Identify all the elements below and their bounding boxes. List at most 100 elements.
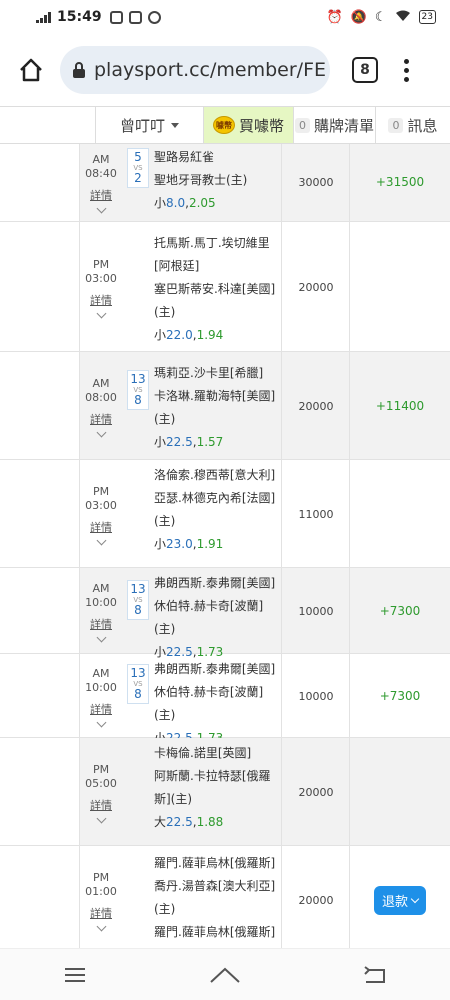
buy-coins-label: 買噱幣 [238, 116, 284, 135]
bet-result: +7300 [379, 604, 421, 618]
chevron-down-icon[interactable] [96, 921, 106, 931]
score-away: 5 [134, 150, 142, 164]
pick-odds: 1.94 [196, 328, 224, 342]
recent-apps-icon[interactable] [55, 960, 95, 990]
alarm-icon: ⏰ [326, 9, 343, 25]
game-clock: 10:00 [85, 680, 117, 694]
more-menu-icon[interactable] [404, 58, 409, 82]
bet-pick: 羅門.薩菲烏林[俄羅斯] [154, 921, 278, 944]
status-time: 15:49 [57, 9, 102, 25]
bet-result [350, 460, 450, 568]
chevron-down-icon[interactable] [96, 717, 106, 727]
final-score: 5 VS 2 [127, 148, 149, 188]
stake-amount: 10000 [298, 604, 334, 618]
game-ampm: PM [92, 762, 110, 776]
detail-link[interactable]: 詳情 [90, 618, 112, 632]
game-ampm: PM [92, 257, 110, 271]
moon-icon: ☾ [374, 9, 387, 25]
bet-result: +7300 [379, 689, 421, 703]
team-home: 休伯特.赫卡奇[波蘭](主) [154, 599, 264, 636]
team-away: 弗朗西斯.泰弗爾[美國] [154, 576, 276, 590]
chevron-down-icon[interactable] [96, 632, 106, 642]
home-nav-icon[interactable] [205, 960, 245, 990]
table-row: AM 08:00 詳情 13 VS 8 瑪莉亞.沙卡里[希臘] 卡洛琳.羅勒海特[美國](主)… [0, 352, 450, 460]
game-clock: 01:00 [85, 884, 117, 898]
detail-link[interactable]: 詳情 [90, 294, 112, 308]
pick-odds: 1.91 [196, 537, 224, 551]
chevron-down-icon[interactable] [96, 308, 106, 318]
messages-count: 0 [388, 117, 404, 133]
matchup: 聖路易紅雀聖地牙哥教士(主) 小8.0,2.05 [154, 146, 278, 215]
bet-pick: 小8.0,2.05 [154, 196, 216, 210]
detail-link[interactable]: 詳情 [90, 521, 112, 535]
pick-odds: 1.88 [196, 815, 224, 829]
user-name: 曾叮叮 [119, 116, 165, 135]
pick-side: 羅門.薩菲烏林[俄羅斯] [154, 925, 276, 939]
stake-amount: 20000 [298, 280, 334, 294]
table-row: PM 05:00 詳情 卡梅倫.諾里[英國] 阿斯蘭.卡拉特瑟[俄羅斯](主) 大22.5… [0, 738, 450, 846]
chevron-down-icon[interactable] [96, 427, 106, 437]
stake-amount: 20000 [298, 893, 334, 907]
team-away: 弗朗西斯.泰弗爾[美國] [154, 662, 276, 676]
pick-side: 小 [154, 537, 167, 551]
game-ampm: PM [92, 484, 110, 498]
detail-link[interactable]: 詳情 [90, 799, 112, 813]
tab-switcher-button[interactable]: 8 [352, 57, 378, 83]
chevron-down-icon[interactable] [96, 813, 106, 823]
site-nav: 曾叮叮 噱幣 買噱幣 0 購牌清單 0 訊息 [0, 106, 450, 144]
app-notification-icon [128, 10, 142, 24]
team-away: 羅門.薩菲烏林[俄羅斯] [154, 856, 276, 870]
team-away: 聖路易紅雀 [154, 150, 215, 164]
game-ampm: AM [92, 376, 110, 390]
chevron-down-icon[interactable] [96, 203, 106, 213]
game-ampm: AM [92, 581, 110, 595]
bet-result: +11400 [375, 399, 425, 413]
game-ampm: AM [92, 666, 110, 680]
buy-coins-button[interactable]: 噱幣 買噱幣 [204, 107, 294, 143]
detail-link[interactable]: 詳情 [90, 907, 112, 921]
team-home: 阿斯蘭.卡拉特瑟[俄羅斯](主) [154, 769, 271, 806]
chevron-down-icon[interactable] [96, 535, 106, 545]
bet-result [350, 222, 450, 352]
purchases-link[interactable]: 0 購牌清單 [294, 107, 376, 143]
table-row: PM 01:00 詳情 羅門.薩菲烏林[俄羅斯] 喬丹.湯普森[澳大利亞](主) 羅門.薩… [0, 846, 450, 948]
game-clock: 10:00 [85, 595, 117, 609]
score-home: 8 [134, 603, 142, 617]
messages-link[interactable]: 0 訊息 [376, 107, 450, 143]
game-ampm: PM [92, 870, 110, 884]
game-time: AM 08:00 詳情 [80, 352, 122, 460]
mute-icon: 🔕 [350, 9, 367, 25]
detail-link[interactable]: 詳情 [90, 703, 112, 717]
back-icon[interactable] [355, 960, 395, 990]
game-time: AM 08:40 詳情 [80, 144, 122, 222]
messages-label: 訊息 [407, 116, 438, 135]
score-home: 2 [134, 171, 142, 185]
pick-line: 22.5 [166, 435, 193, 449]
team-away: 托馬斯.馬丁.埃切維里[阿根廷] [154, 236, 270, 273]
stake-amount: 20000 [298, 785, 334, 799]
chevron-down-icon [171, 122, 179, 128]
score-home: 8 [134, 687, 142, 701]
user-menu[interactable]: 曾叮叮 [96, 107, 204, 143]
app-notification-icon [147, 10, 161, 24]
address-bar[interactable]: playsport.cc/member/FE [60, 46, 330, 94]
detail-link[interactable]: 詳情 [90, 189, 112, 203]
pick-line: 23.0 [166, 537, 193, 551]
refund-label: 退款 [381, 894, 408, 910]
home-icon[interactable] [14, 53, 48, 87]
team-home: 聖地牙哥教士(主) [154, 173, 248, 187]
detail-link[interactable]: 詳情 [90, 413, 112, 427]
pick-side: 小 [154, 435, 167, 449]
table-row: AM 10:00 詳情 13 VS 8 弗朗西斯.泰弗爾[美國] 休伯特.赫卡奇[波蘭](主)… [0, 568, 450, 659]
matchup: 洛倫索.穆西蒂[意大利] 亞瑟.林德克內希[法國](主) 小23.0,1.91 [154, 464, 278, 556]
refund-button[interactable]: 退款 [373, 885, 426, 915]
bet-pick: 小22.0,1.94 [154, 328, 224, 342]
matchup: 卡梅倫.諾里[英國] 阿斯蘭.卡拉特瑟[俄羅斯](主) 大22.5,1.88 [154, 742, 278, 834]
stake-amount: 20000 [298, 399, 334, 413]
score-home: 8 [134, 393, 142, 407]
team-home: 塞巴斯蒂安.科達[美國](主) [154, 282, 276, 319]
game-time: PM 03:00 詳情 [80, 460, 122, 568]
game-time: PM 05:00 詳情 [80, 738, 122, 846]
wifi-icon [395, 9, 411, 26]
team-home: 卡洛琳.羅勒海特[美國](主) [154, 389, 276, 426]
